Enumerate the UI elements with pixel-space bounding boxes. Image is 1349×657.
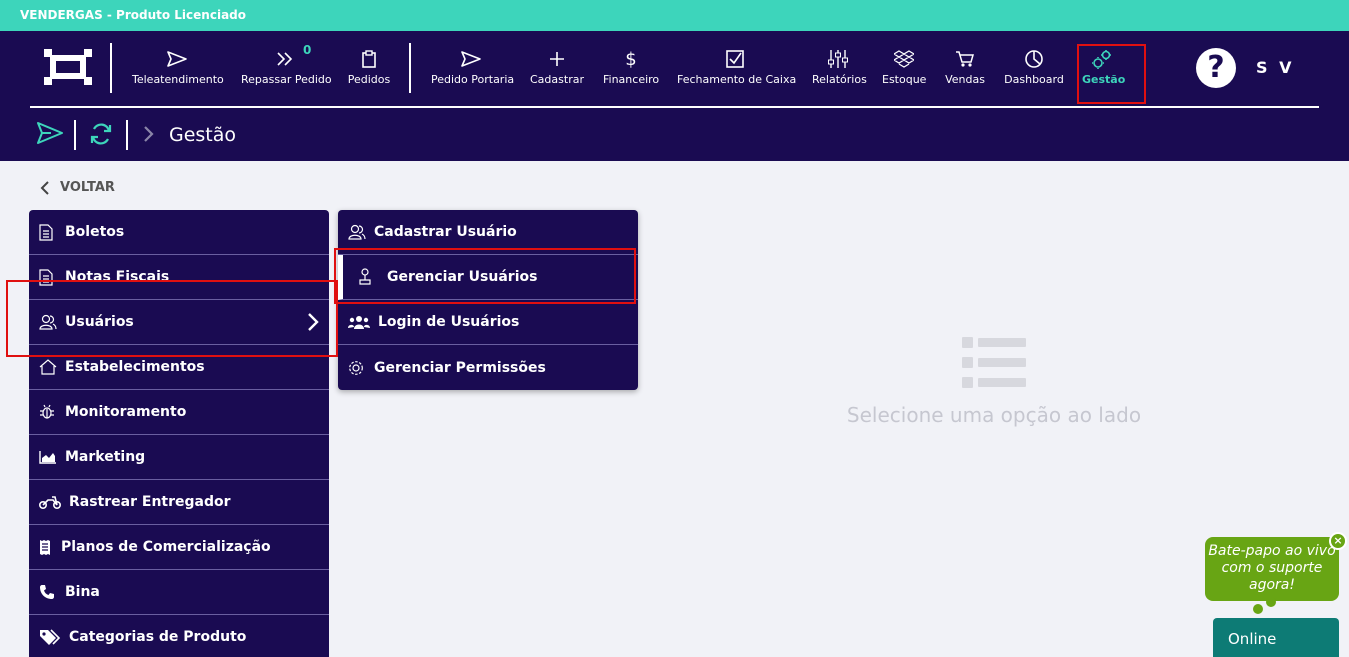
usuarios-highlight-box bbox=[6, 280, 338, 357]
menu-item-label: Estabelecimentos bbox=[65, 359, 205, 375]
refresh-icon[interactable] bbox=[89, 122, 113, 150]
nav-divider bbox=[110, 43, 112, 93]
dropbox-icon bbox=[882, 45, 926, 73]
menu-item-label: Rastrear Entregador bbox=[69, 494, 231, 510]
nav-label: Estoque bbox=[882, 73, 927, 86]
clipboard-icon bbox=[347, 45, 391, 73]
nav-pedido-portaria[interactable]: Pedido Portaria bbox=[431, 45, 515, 95]
phone-icon bbox=[39, 584, 65, 600]
pie-chart-icon bbox=[1004, 45, 1064, 73]
submenu-item-label: Login de Usuários bbox=[378, 314, 520, 330]
menu-item-planos-comercializacao[interactable]: Planos de Comercialização bbox=[29, 525, 329, 570]
submenu-item-label: Cadastrar Usuário bbox=[374, 224, 517, 240]
submenu-item-login-usuarios[interactable]: Login de Usuários bbox=[338, 300, 638, 345]
area-chart-icon bbox=[39, 450, 65, 464]
menu-item-rastrear-entregador[interactable]: Rastrear Entregador bbox=[29, 480, 329, 525]
menu-item-label: Planos de Comercialização bbox=[61, 539, 271, 555]
chat-invite-bubble[interactable]: Bate-papo ao vivo com o suporte agora! bbox=[1205, 537, 1339, 601]
send-icon bbox=[132, 45, 222, 73]
gear-icon bbox=[348, 360, 374, 376]
navbar-divider bbox=[30, 106, 1319, 108]
logo[interactable] bbox=[44, 49, 92, 85]
menu-item-label: Bina bbox=[65, 584, 100, 600]
home-icon bbox=[39, 359, 65, 375]
chat-bubble-tail bbox=[1266, 597, 1276, 607]
nav-label: Fechamento de Caixa bbox=[677, 73, 797, 86]
nav-financeiro[interactable]: $ Financeiro bbox=[603, 45, 659, 95]
nav-cadastrar[interactable]: Cadastrar bbox=[530, 45, 584, 95]
receipt-icon bbox=[39, 539, 61, 556]
nav-vendas[interactable]: Vendas bbox=[944, 45, 986, 95]
help-button[interactable]: ? bbox=[1196, 48, 1236, 88]
breadcrumb-divider bbox=[126, 120, 128, 150]
dollar-icon: $ bbox=[625, 48, 637, 70]
chat-close-button[interactable]: × bbox=[1329, 532, 1347, 550]
sliders-icon bbox=[812, 45, 864, 73]
nav-relatorios[interactable]: Relatórios bbox=[812, 45, 867, 95]
chat-bubble-tail bbox=[1253, 604, 1263, 614]
nav-label: Dashboard bbox=[1004, 73, 1064, 86]
repassar-badge: 0 bbox=[303, 43, 312, 57]
send-icon bbox=[431, 45, 511, 73]
license-bar: VENDERGAS - Produto Licenciado bbox=[0, 0, 1349, 31]
nav-label: Relatórios bbox=[812, 73, 867, 86]
chevron-right-icon bbox=[143, 125, 155, 147]
document-icon bbox=[39, 223, 65, 241]
submenu-item-gerenciar-permissoes[interactable]: Gerenciar Permissões bbox=[338, 345, 638, 390]
cart-icon bbox=[944, 45, 986, 73]
submenu-item-label: Gerenciar Permissões bbox=[374, 359, 546, 376]
back-button[interactable]: VOLTAR bbox=[40, 180, 115, 195]
nav-teleatendimento[interactable]: Teleatendimento bbox=[132, 45, 224, 95]
motorcycle-icon bbox=[39, 495, 69, 509]
send-icon[interactable] bbox=[37, 122, 63, 148]
main-navbar: Teleatendimento 0 Repassar Pedido Pedido… bbox=[0, 31, 1349, 161]
chevron-left-icon bbox=[40, 180, 49, 195]
menu-item-monitoramento[interactable]: Monitoramento bbox=[29, 390, 329, 435]
nav-repassar-pedido[interactable]: 0 Repassar Pedido bbox=[241, 43, 332, 95]
nav-divider bbox=[409, 43, 411, 93]
menu-item-label: Boletos bbox=[65, 224, 125, 240]
page-title: Gestão bbox=[169, 124, 237, 146]
nav-pedidos[interactable]: Pedidos bbox=[347, 45, 391, 95]
nav-label: Pedidos bbox=[347, 73, 391, 86]
users-icon bbox=[348, 224, 374, 240]
menu-item-label: Categorias de Produto bbox=[69, 629, 247, 645]
menu-item-categorias-produto[interactable]: Categorias de Produto bbox=[29, 615, 329, 657]
plus-icon bbox=[530, 45, 584, 73]
nav-dashboard[interactable]: Dashboard bbox=[1004, 45, 1064, 95]
chat-online-tab[interactable]: Online bbox=[1213, 618, 1339, 657]
empty-state-text: Selecione uma opção ao lado bbox=[846, 403, 1142, 427]
bug-icon bbox=[39, 404, 65, 420]
gestao-highlight-box bbox=[1077, 44, 1146, 104]
checkbox-icon bbox=[677, 45, 793, 73]
management-menu: Boletos Notas Fiscais Usuários Estabelec… bbox=[29, 210, 329, 657]
nav-label: Pedido Portaria bbox=[431, 73, 515, 86]
group-icon bbox=[348, 315, 378, 329]
menu-item-boletos[interactable]: Boletos bbox=[29, 210, 329, 255]
tags-icon bbox=[39, 629, 69, 645]
menu-item-marketing[interactable]: Marketing bbox=[29, 435, 329, 480]
nav-fechamento-caixa[interactable]: Fechamento de Caixa bbox=[677, 45, 797, 95]
nav-label: Vendas bbox=[945, 73, 985, 86]
license-title: VENDERGAS - Produto Licenciado bbox=[20, 8, 247, 22]
nav-label: Teleatendimento bbox=[132, 73, 224, 86]
nav-label: Repassar Pedido bbox=[241, 73, 332, 86]
menu-item-bina[interactable]: Bina bbox=[29, 570, 329, 615]
menu-item-label: Monitoramento bbox=[65, 404, 187, 420]
gerenciar-usuarios-highlight-box bbox=[334, 248, 636, 304]
list-icon bbox=[962, 337, 1028, 395]
nav-estoque[interactable]: Estoque bbox=[882, 45, 926, 95]
nav-label: Cadastrar bbox=[530, 73, 584, 86]
back-label: VOLTAR bbox=[60, 180, 115, 195]
user-initials[interactable]: S V bbox=[1256, 58, 1294, 77]
double-chevron-icon bbox=[241, 45, 329, 73]
nav-label: Financeiro bbox=[603, 73, 660, 86]
breadcrumb-divider bbox=[74, 120, 76, 150]
menu-item-label: Marketing bbox=[65, 449, 146, 465]
